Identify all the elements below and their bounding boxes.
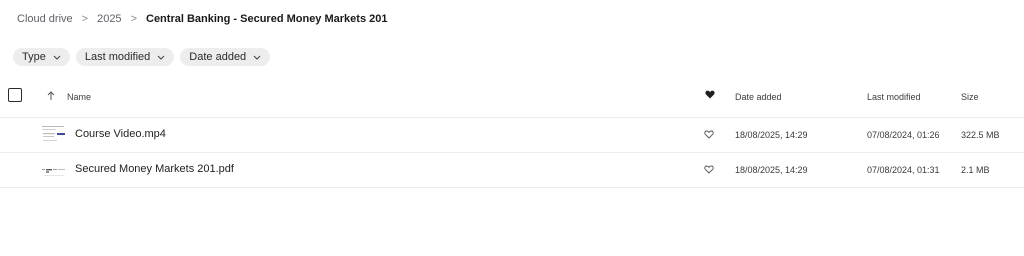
date-added-value: 18/08/2025, 14:29 [735, 165, 808, 175]
chevron-down-icon [253, 55, 261, 60]
arrow-up-icon[interactable] [47, 91, 55, 103]
column-header-name[interactable]: Name [67, 92, 91, 102]
pdf-thumbnail-icon [42, 160, 66, 180]
date-added-value: 18/08/2025, 14:29 [735, 130, 808, 140]
video-thumbnail-icon [42, 125, 66, 145]
chevron-down-icon [157, 55, 165, 60]
filter-label: Date added [189, 51, 247, 63]
column-header-date-added[interactable]: Date added [735, 92, 782, 102]
table-row[interactable]: Course Video.mp4 18/08/2025, 14:29 07/08… [0, 117, 1024, 152]
table-row[interactable]: Secured Money Markets 201.pdf 18/08/2025… [0, 152, 1024, 188]
last-modified-value: 07/08/2024, 01:26 [867, 130, 940, 140]
size-value: 322.5 MB [961, 130, 1000, 140]
filter-date-added[interactable]: Date added [180, 48, 271, 66]
breadcrumb-current-folder: Central Banking - Secured Money Markets … [146, 13, 388, 25]
heart-filled-icon[interactable] [705, 90, 715, 101]
breadcrumb-2025[interactable]: 2025 [97, 13, 121, 25]
filter-type[interactable]: Type [13, 48, 70, 66]
chevron-down-icon [53, 55, 61, 60]
heart-outline-icon[interactable] [704, 165, 714, 176]
filter-label: Last modified [84, 51, 151, 63]
breadcrumb-cloud-drive[interactable]: Cloud drive [17, 13, 73, 25]
breadcrumb-separator: > [81, 13, 89, 25]
heart-outline-icon[interactable] [704, 130, 714, 141]
breadcrumb: Cloud drive > 2025 > Central Banking - S… [17, 11, 387, 27]
select-all-checkbox[interactable] [8, 88, 22, 102]
filter-label: Type [22, 51, 46, 63]
table-header: Name Date added Last modified Size [0, 86, 1024, 108]
column-header-size[interactable]: Size [961, 92, 979, 102]
size-value: 2.1 MB [961, 165, 990, 175]
file-name[interactable]: Course Video.mp4 [75, 128, 166, 140]
breadcrumb-separator: > [130, 13, 137, 25]
last-modified-value: 07/08/2024, 01:31 [867, 165, 940, 175]
filter-last-modified[interactable]: Last modified [75, 48, 175, 66]
filter-bar: Type Last modified Date added [13, 48, 271, 66]
column-header-last-modified[interactable]: Last modified [867, 92, 921, 102]
file-name[interactable]: Secured Money Markets 201.pdf [75, 163, 234, 175]
